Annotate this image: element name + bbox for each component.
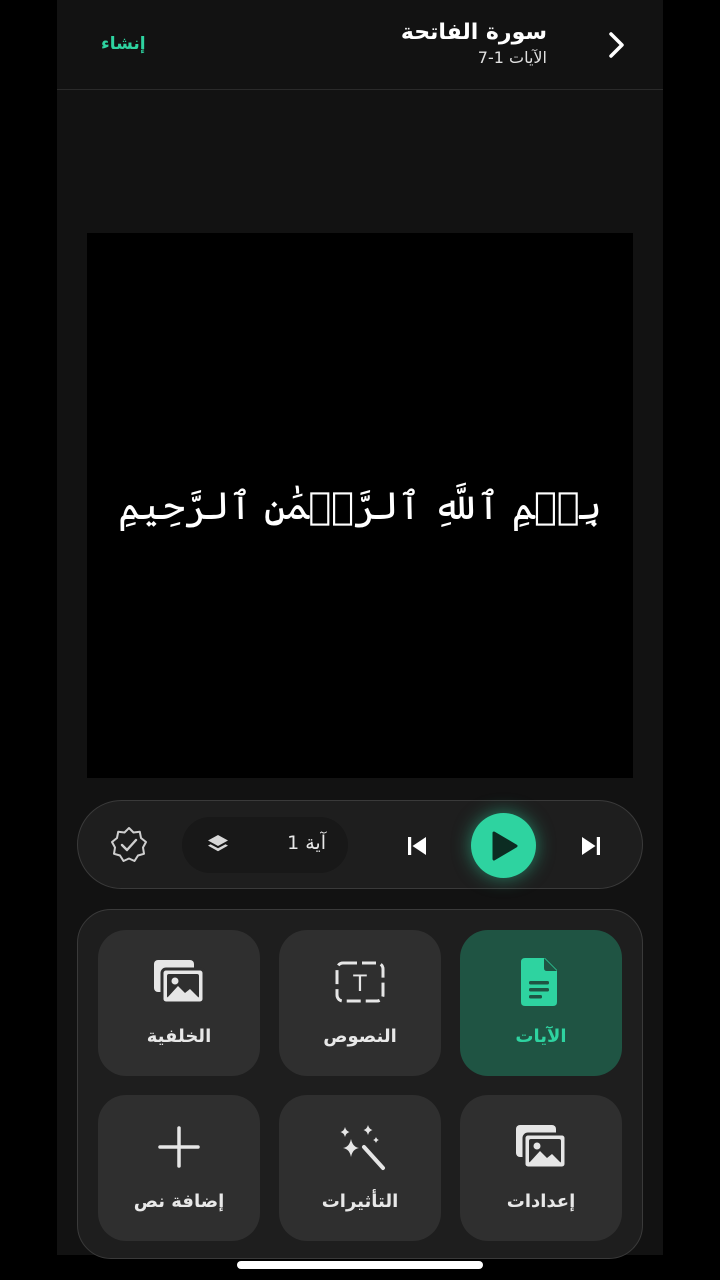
next-button[interactable] <box>580 835 602 857</box>
page-title: سورة الفاتحة <box>400 20 547 45</box>
page-subtitle: الآيات 1-7 <box>477 48 547 67</box>
tool-add-text-label: إضافة نص <box>133 1191 225 1212</box>
tool-background-label: الخلفية <box>146 1026 212 1047</box>
verse-text: بِسۡمِ ٱللَّهِ ٱلرَّحۡمَٰنِ ٱلرَّحِيمِ <box>118 483 602 528</box>
svg-text:T: T <box>352 972 367 997</box>
player-controls: آية 1 <box>77 800 643 889</box>
tool-settings-label: إعدادات <box>506 1191 576 1212</box>
create-button[interactable]: إنشاء <box>101 34 146 54</box>
verified-button[interactable] <box>110 826 148 864</box>
images-icon <box>154 960 205 1005</box>
layers-icon <box>208 835 228 852</box>
tool-add-text[interactable]: إضافة نص <box>98 1095 260 1241</box>
back-button[interactable] <box>603 30 629 60</box>
tool-settings[interactable]: إعدادات <box>460 1095 622 1241</box>
tools-panel: الآيات T النصوص الخلفية إعدادات التأثيرا… <box>77 909 643 1259</box>
tool-effects-label: التأثيرات <box>321 1191 399 1212</box>
tool-verses-label: الآيات <box>515 1026 567 1047</box>
document-icon <box>521 958 557 1006</box>
skip-previous-icon <box>408 837 426 855</box>
plus-icon <box>158 1126 200 1168</box>
verified-badge-icon <box>111 827 147 862</box>
tool-texts[interactable]: T النصوص <box>279 930 441 1076</box>
play-button[interactable] <box>471 813 536 878</box>
play-icon <box>492 831 517 860</box>
tool-effects[interactable]: التأثيرات <box>279 1095 441 1241</box>
text-box-icon: T <box>335 961 385 1003</box>
top-bar: إنشاء سورة الفاتحة الآيات 1-7 <box>57 0 663 90</box>
skip-next-icon <box>582 837 600 855</box>
ayah-label: آية 1 <box>287 832 326 854</box>
images-icon <box>516 1125 567 1170</box>
tool-verses[interactable]: الآيات <box>460 930 622 1076</box>
layers-button[interactable] <box>206 833 230 857</box>
editor-screen: إنشاء سورة الفاتحة الآيات 1-7 بِسۡمِ ٱلل… <box>57 0 663 1259</box>
title-block: سورة الفاتحة الآيات 1-7 <box>401 18 547 68</box>
ayah-selector[interactable]: آية 1 <box>182 817 348 873</box>
home-indicator[interactable] <box>237 1261 483 1269</box>
video-preview: بِسۡمِ ٱللَّهِ ٱلرَّحۡمَٰنِ ٱلرَّحِيمِ <box>87 233 633 778</box>
tool-texts-label: النصوص <box>323 1026 397 1047</box>
previous-button[interactable] <box>406 835 428 857</box>
magic-wand-icon <box>340 1125 385 1170</box>
tool-background[interactable]: الخلفية <box>98 930 260 1076</box>
chevron-right-icon <box>609 32 624 58</box>
